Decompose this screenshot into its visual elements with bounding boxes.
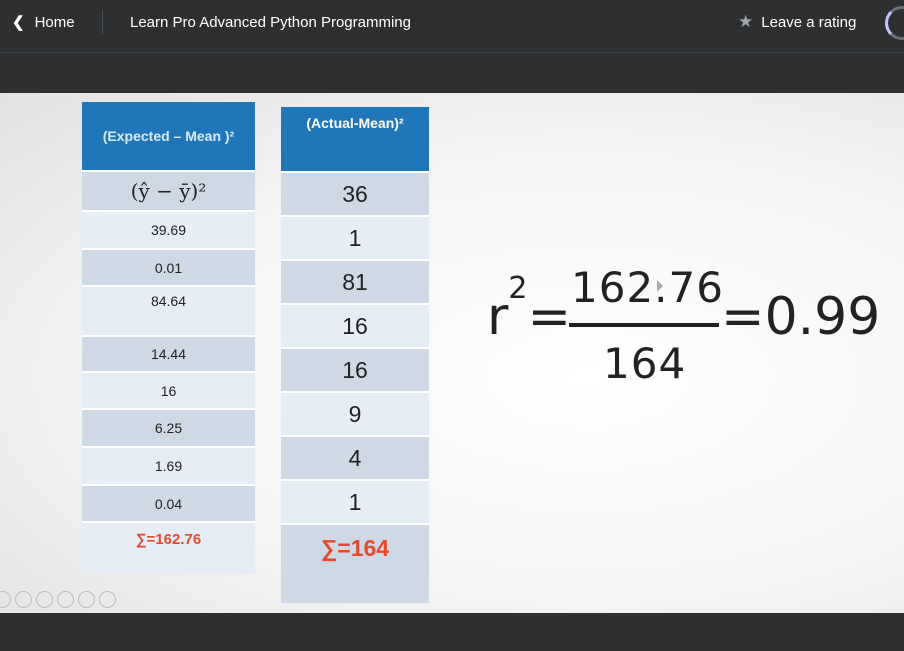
bottom-bar <box>0 613 904 651</box>
expected-sum: ∑=162.76 <box>82 521 255 574</box>
table-row: 81 <box>281 259 429 303</box>
course-title: Learn Pro Advanced Python Programming <box>130 13 411 31</box>
progress-arc <box>885 6 904 40</box>
mouse-cursor-icon <box>657 280 663 292</box>
numerator: 162.76 <box>571 263 724 312</box>
actual-mean-table: (Actual-Mean)² 36 1 81 16 16 9 4 1 ∑=164 <box>281 107 429 603</box>
fraction-bar <box>569 323 719 327</box>
grid-icon[interactable] <box>57 591 74 608</box>
r-squared-label: r2= <box>487 271 572 347</box>
table-row: 16 <box>281 303 429 347</box>
expected-mean-table: (Expected – Mean )² (ŷ − ȳ)² 39.69 0.01 … <box>82 102 255 574</box>
expected-mean-header: (Expected – Mean )² <box>82 102 255 170</box>
exponent: 2 <box>508 270 528 306</box>
star-icon: ★ <box>738 12 754 31</box>
equals-sign: = <box>527 287 572 347</box>
slide-controls <box>0 591 116 608</box>
table-row: 14.44 <box>82 335 255 371</box>
divider <box>102 10 103 34</box>
sub-bar <box>0 53 904 93</box>
table-row: 16 <box>82 371 255 408</box>
result-value: =0.99 <box>721 287 881 347</box>
table-row: 1.69 <box>82 446 255 484</box>
table-row: 0.04 <box>82 484 255 521</box>
actual-sum: ∑=164 <box>281 523 429 603</box>
table-row: 84.64 <box>82 285 255 335</box>
table-row: 0.01 <box>82 248 255 285</box>
top-bar: ❮ Home Learn Pro Advanced Python Program… <box>0 0 904 53</box>
home-label: Home <box>34 13 75 31</box>
prev-icon[interactable] <box>0 591 11 608</box>
pen-icon[interactable] <box>15 591 32 608</box>
table-row: 4 <box>281 435 429 479</box>
r-symbol: r <box>487 287 509 347</box>
more-icon[interactable] <box>99 591 116 608</box>
chevron-left-icon: ❮ <box>12 14 25 31</box>
table-row: 36 <box>281 171 429 215</box>
table-row: 9 <box>281 391 429 435</box>
actual-mean-header: (Actual-Mean)² <box>281 107 429 171</box>
link-icon[interactable] <box>36 591 53 608</box>
home-back-button[interactable]: ❮ Home <box>12 0 75 44</box>
rating-label: Leave a rating <box>761 13 857 31</box>
zoom-icon[interactable] <box>78 591 95 608</box>
expected-formula-row: (ŷ − ȳ)² <box>82 170 255 210</box>
video-slide[interactable]: (Expected – Mean )² (ŷ − ȳ)² 39.69 0.01 … <box>0 93 904 613</box>
leave-rating-button[interactable]: ★ Leave a rating <box>738 0 856 44</box>
table-row: 6.25 <box>82 408 255 446</box>
denominator: 164 <box>603 339 687 388</box>
table-row: 1 <box>281 479 429 523</box>
table-row: 39.69 <box>82 210 255 248</box>
r-squared-formula: r2= 162.76 164 =0.99 <box>485 263 895 403</box>
table-row: 1 <box>281 215 429 259</box>
table-row: 16 <box>281 347 429 391</box>
